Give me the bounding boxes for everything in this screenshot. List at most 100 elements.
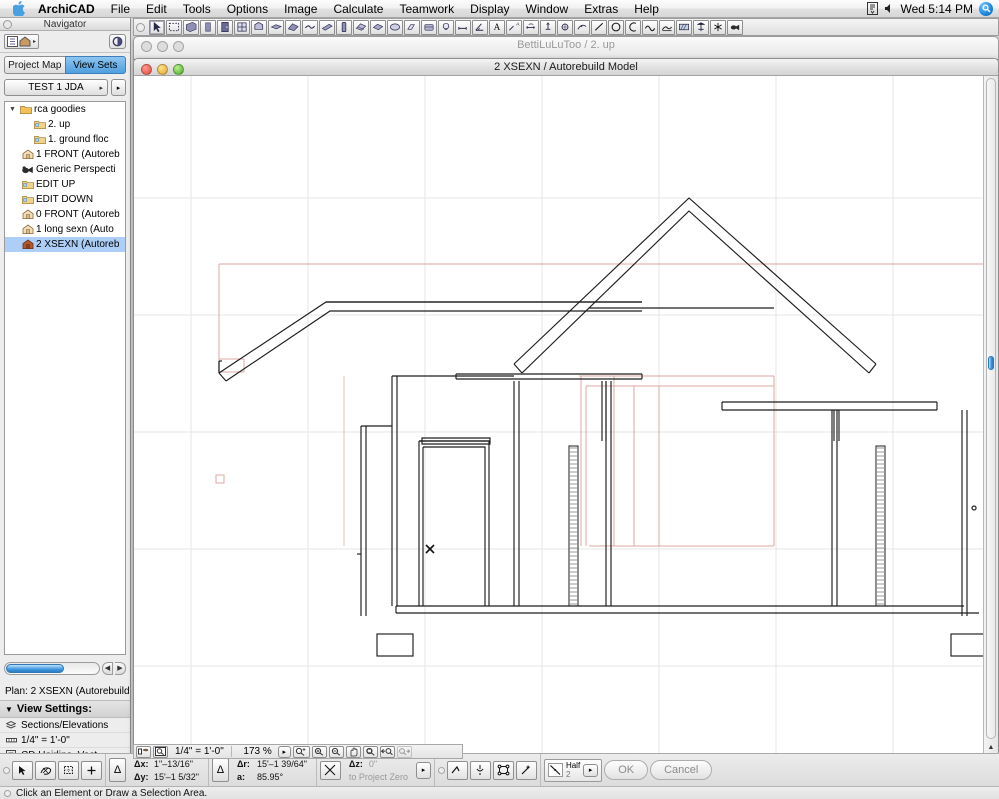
project-zero-popup[interactable]: ▸ xyxy=(416,762,431,779)
scale-tool-icon[interactable] xyxy=(136,746,151,758)
label-icon[interactable]: A1 xyxy=(506,20,522,35)
arc-icon[interactable] xyxy=(625,20,641,35)
background-document-window[interactable]: BettiLuLuToo / 2. up xyxy=(133,36,999,60)
dimension-angular-icon[interactable] xyxy=(472,20,488,35)
light-icon[interactable] xyxy=(438,20,454,35)
scroll-right-icon[interactable]: ▶ xyxy=(115,662,126,675)
tree-item[interactable]: EDIT UP xyxy=(5,177,125,192)
coordinate-readout-xy[interactable]: Δx: 1"–13/16" Δy: 15'–1 5/32" xyxy=(128,758,205,783)
roof-icon[interactable] xyxy=(285,20,301,35)
column-icon[interactable] xyxy=(200,20,216,35)
text-icon[interactable]: A xyxy=(489,20,505,35)
polyline-icon[interactable] xyxy=(659,20,675,35)
tree-item[interactable]: 1. ground floc xyxy=(5,132,125,147)
tree-item[interactable]: 0 FRONT (Autoreb xyxy=(5,207,125,222)
dim-chain-icon[interactable] xyxy=(523,20,539,35)
navigator-settings-button[interactable] xyxy=(109,34,126,49)
door-icon[interactable] xyxy=(217,20,233,35)
figure-icon[interactable] xyxy=(693,20,709,35)
menu-item-tools[interactable]: Tools xyxy=(175,0,219,18)
zoom-popup-button[interactable]: ▸ xyxy=(278,746,291,758)
scale-preview-icon[interactable] xyxy=(153,746,168,758)
lamp-icon[interactable] xyxy=(404,20,420,35)
menu-item-options[interactable]: Options xyxy=(219,0,276,18)
polar-coords-toggle[interactable]: Δ xyxy=(212,758,229,782)
zoom-in-icon[interactable] xyxy=(312,746,327,758)
mesh-icon[interactable] xyxy=(302,20,318,35)
circle-icon[interactable] xyxy=(608,20,624,35)
navigator-mode-button[interactable]: ▸ xyxy=(4,34,39,49)
disclosure-triangle-icon[interactable]: ▼ xyxy=(9,106,19,113)
volume-icon[interactable] xyxy=(884,3,895,14)
navigator-scroll-thumb[interactable] xyxy=(6,664,64,673)
menu-item-help[interactable]: Help xyxy=(626,0,667,18)
scroll-left-icon[interactable]: ◀ xyxy=(102,662,113,675)
menu-item-calculate[interactable]: Calculate xyxy=(325,0,391,18)
morph-icon[interactable] xyxy=(370,20,386,35)
menu-item-window[interactable]: Window xyxy=(518,0,577,18)
building-section-drawing[interactable] xyxy=(134,76,998,762)
vscroll-thumb[interactable] xyxy=(988,356,994,370)
marquee-icon[interactable] xyxy=(166,20,182,35)
hotspot-star-icon[interactable] xyxy=(710,20,726,35)
tree-item[interactable]: Generic Perspecti xyxy=(5,162,125,177)
view-sets-tree[interactable]: ▼rca goodies2. up1. ground floc1 FRONT (… xyxy=(4,101,126,655)
tree-item[interactable]: 1 long sexn (Auto xyxy=(5,222,125,237)
menu-item-teamwork[interactable]: Teamwork xyxy=(391,0,462,18)
zoom-out-icon[interactable] xyxy=(329,746,344,758)
elevation-dim-icon[interactable] xyxy=(540,20,556,35)
stair-icon[interactable] xyxy=(336,20,352,35)
curve-dim-icon[interactable] xyxy=(574,20,590,35)
pan-icon[interactable] xyxy=(346,746,361,758)
coordinate-readout-polar[interactable]: Δr: 15'–1 39/64" a: 85.95° xyxy=(231,758,313,783)
furniture-icon[interactable] xyxy=(421,20,437,35)
next-zoom-icon[interactable] xyxy=(397,746,412,758)
view-set-popup[interactable]: TEST 1 JDA ▸ xyxy=(4,79,108,96)
lasso-icon[interactable] xyxy=(35,761,56,780)
tree-item[interactable]: 2 XSEXN (Autoreb xyxy=(5,237,125,252)
navigator-scroll-track[interactable] xyxy=(4,662,100,675)
canvas-vertical-scrollbar[interactable]: ▲ ▼ xyxy=(983,76,998,763)
view-set-menu-button[interactable]: ▸ xyxy=(111,79,126,96)
gravity-icon[interactable] xyxy=(320,761,341,780)
script-menu-icon[interactable] xyxy=(867,2,878,15)
zoom-fit-icon[interactable] xyxy=(293,746,310,758)
spotlight-icon[interactable] xyxy=(979,2,993,16)
view-settings-header[interactable]: ▼ View Settings: xyxy=(0,700,130,718)
scroll-up-icon[interactable]: ▲ xyxy=(988,744,995,752)
palette-grabber-icon-2[interactable] xyxy=(438,767,445,774)
grid-snap-icon[interactable] xyxy=(58,761,79,780)
status-grabber-icon[interactable] xyxy=(4,790,11,797)
prev-zoom-icon[interactable] xyxy=(380,746,395,758)
beam-icon[interactable] xyxy=(319,20,335,35)
wall-icon[interactable] xyxy=(183,20,199,35)
divide-half-control[interactable]: Half 2 ▸ xyxy=(544,759,602,782)
menu-item-extras[interactable]: Extras xyxy=(576,0,626,18)
object-icon[interactable] xyxy=(251,20,267,35)
dimension-linear-icon[interactable] xyxy=(455,20,471,35)
navigator-horizontal-scrollbar[interactable]: ◀ ▶ xyxy=(4,657,126,679)
zone-icon[interactable] xyxy=(387,20,403,35)
line-icon[interactable] xyxy=(591,20,607,35)
tab-project-map[interactable]: Project Map xyxy=(4,56,65,74)
drawing-canvas[interactable]: ▲ ▼ xyxy=(134,76,998,763)
toolbar-close-icon[interactable] xyxy=(136,23,145,32)
camera-tool-icon[interactable] xyxy=(727,20,743,35)
menu-item-edit[interactable]: Edit xyxy=(138,0,175,18)
drawing-scale-label[interactable]: 1/4" = 1'-0" xyxy=(170,746,229,757)
coordinate-readout-z[interactable]: Δz: 0" to Project Zero xyxy=(343,758,414,783)
vscroll-track[interactable] xyxy=(986,78,996,739)
group-icon[interactable] xyxy=(493,761,514,780)
navigator-titlebar[interactable]: Navigator xyxy=(0,18,130,31)
half-popup-button[interactable]: ▸ xyxy=(583,764,598,777)
view-setting-layers[interactable]: Sections/Elevations xyxy=(0,718,130,733)
hotspot-icon[interactable] xyxy=(557,20,573,35)
active-window-titlebar[interactable]: 2 XSEXN / Autorebuild Model xyxy=(134,59,998,76)
disclosure-triangle-icon[interactable]: ▼ xyxy=(5,705,13,714)
tree-item[interactable]: EDIT DOWN xyxy=(5,192,125,207)
plus-icon[interactable] xyxy=(81,761,102,780)
palette-grabber-icon[interactable] xyxy=(3,767,10,774)
tree-item[interactable]: 1 FRONT (Autoreb xyxy=(5,147,125,162)
snap-point-icon[interactable] xyxy=(447,761,468,780)
view-setting-scale[interactable]: 1/4" = 1'-0" xyxy=(0,733,130,748)
